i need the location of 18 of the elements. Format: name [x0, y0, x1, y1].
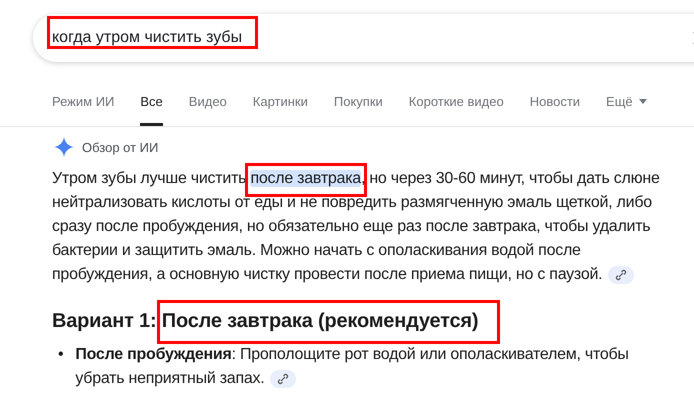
caret-icon — [638, 99, 647, 104]
link-icon[interactable] — [608, 266, 634, 284]
search-bar[interactable]: когда утром чистить зубы — [33, 14, 694, 62]
link-icon[interactable] — [270, 370, 296, 388]
tab[interactable]: Покупки — [334, 82, 383, 126]
tab[interactable]: Новости — [530, 82, 580, 126]
sparkle-icon — [54, 137, 74, 157]
tab[interactable]: Режим ИИ — [52, 82, 114, 126]
overview-title: Обзор от ИИ — [82, 140, 158, 154]
tab[interactable]: Короткие видео — [408, 82, 504, 126]
bullet-text: После пробуждения: Прополощите рот водой или ополаскивателем, чтобы убрать неприятный запах. — [75, 346, 629, 387]
tab[interactable]: Картинки — [252, 82, 308, 126]
tab[interactable]: Видео — [188, 82, 227, 126]
section-heading: Вариант 1: После завтрака (рекомендуется) — [52, 307, 674, 335]
tab[interactable]: Все — [140, 82, 163, 126]
bullet-marker: • — [57, 345, 64, 365]
tab[interactable]: Ещё — [606, 82, 647, 126]
overview-paragraph: Утром зубы лучше чистить после завтрака, но через 30-60 минут, чтобы дать слюне нейтрализовать кислоты от еды и не повредить размягченную эмаль щеткой, либо сразу после пробуждения, но обязательно еще раз после завтрака, чтобы удалить бактерии и защитить эмаль. Можно начать с ополаскивания водой после пробуждения, а основную чистку провести после приема пищи, но с паузой. — [52, 167, 680, 287]
